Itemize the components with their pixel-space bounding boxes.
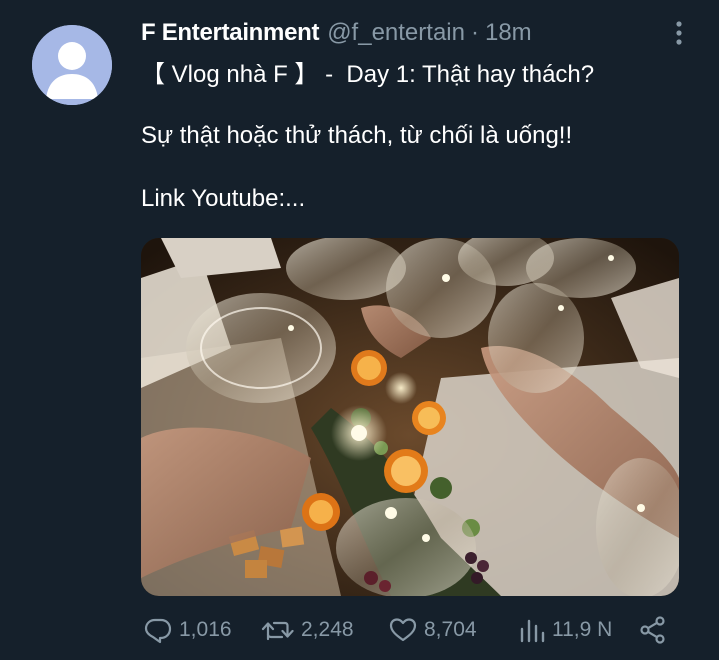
share-button[interactable] bbox=[638, 615, 668, 645]
tweet-text-line-3: Link Youtube:... bbox=[141, 185, 306, 212]
timestamp[interactable]: 18m bbox=[485, 19, 532, 47]
reply-button[interactable]: 1,016 bbox=[143, 615, 232, 645]
tweet[interactable]: F Entertainment @f_entertain · 18m 【 Vlo… bbox=[0, 0, 719, 660]
more-options-icon[interactable] bbox=[672, 20, 686, 46]
tweet-text-line-2: Sự thật hoặc thử thách, từ chối là uống!… bbox=[141, 122, 573, 149]
reply-count: 1,016 bbox=[179, 618, 232, 641]
retweet-icon bbox=[261, 621, 294, 641]
header-separator: · bbox=[470, 19, 479, 46]
views-button[interactable]: 11,9 N bbox=[518, 615, 612, 645]
avatar[interactable] bbox=[32, 25, 112, 105]
retweet-count: 2,248 bbox=[301, 618, 354, 641]
tweet-actions: 1,016 2,248 8,704 11,9 N bbox=[141, 612, 681, 648]
author-name[interactable]: F Entertainment bbox=[141, 19, 319, 47]
heart-icon bbox=[389, 618, 417, 642]
views-count: 11,9 N bbox=[552, 618, 613, 641]
like-button[interactable]: 8,704 bbox=[388, 615, 477, 645]
like-count: 8,704 bbox=[424, 618, 477, 641]
views-icon bbox=[520, 619, 545, 643]
tweet-text-line-1: 【 Vlog nhà F 】 - Day 1: Thật hay thách? bbox=[141, 61, 595, 88]
default-avatar-icon bbox=[32, 25, 112, 105]
tweet-header: F Entertainment @f_entertain · 18m bbox=[141, 17, 532, 49]
tweet-media-photo[interactable] bbox=[141, 238, 679, 596]
reply-icon bbox=[144, 618, 172, 644]
share-icon bbox=[640, 616, 665, 644]
author-handle[interactable]: @f_entertain bbox=[327, 19, 465, 47]
retweet-button[interactable]: 2,248 bbox=[261, 615, 354, 645]
